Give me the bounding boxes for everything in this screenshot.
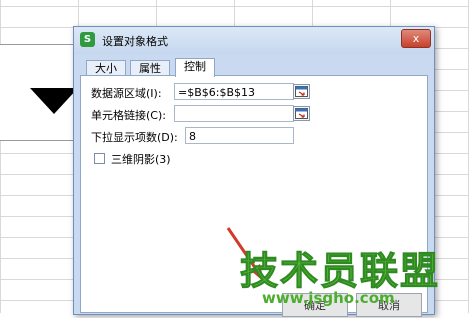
wps-app-icon: S — [80, 32, 95, 47]
watermark-title: 技术员联盟 — [239, 249, 441, 294]
cell-link-label: 单元格链接(C): — [91, 109, 166, 122]
input-range-label: 数据源区域(I): — [91, 87, 162, 100]
cell-link-field[interactable] — [174, 105, 294, 122]
input-range-field[interactable]: =$B$6:$B$13 — [174, 83, 294, 100]
cell-link-picker-button[interactable] — [293, 106, 310, 121]
dialog-title: 设置对象格式 — [102, 35, 168, 48]
watermark-url: www.jsgho.com — [262, 289, 395, 307]
dialog-titlebar: S 设置对象格式 x — [74, 27, 434, 54]
range-picker-icon — [295, 86, 308, 97]
tab-control[interactable]: 控制 — [175, 58, 215, 77]
dropdown-lines-field[interactable]: 8 — [185, 127, 294, 144]
dropdown-lines-label: 下拉显示项数(D): — [91, 131, 178, 144]
shading-label: 三维阴影(3) — [111, 153, 171, 166]
close-button[interactable]: x — [401, 29, 431, 48]
dropdown-arrow-icon — [30, 88, 78, 114]
shading-checkbox[interactable] — [94, 153, 105, 164]
cell-picker-icon — [295, 108, 308, 119]
range-picker-button[interactable] — [293, 84, 310, 99]
